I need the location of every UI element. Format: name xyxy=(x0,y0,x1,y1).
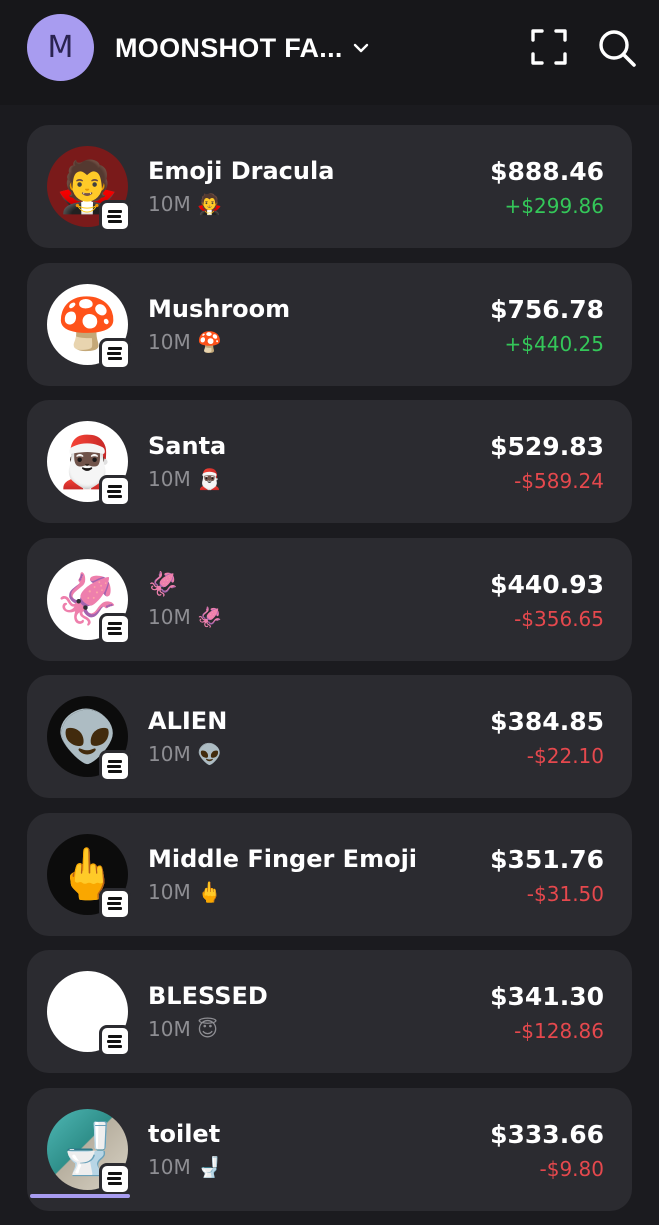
token-value: $888.46 xyxy=(490,157,604,186)
token-row[interactable]: 🚽 toilet 10M 🚽 $333.66 -$9.80 xyxy=(27,1087,632,1211)
solana-chain-icon xyxy=(99,1162,131,1195)
token-row[interactable]: 🧛 Emoji Dracula 10M 🧛 $888.46 +$299.86 xyxy=(27,125,632,248)
tab-indicator xyxy=(30,1194,130,1198)
token-amount: 10M 🖕 xyxy=(148,879,222,904)
token-name: Middle Finger Emoji xyxy=(148,844,418,873)
token-name: 🦑 xyxy=(148,569,178,598)
token-name: Mushroom xyxy=(148,294,291,323)
token-change: -$589.24 xyxy=(514,469,604,493)
solana-chain-icon xyxy=(99,1025,131,1057)
token-change: -$9.80 xyxy=(539,1156,604,1181)
top-bar: M MOONSHOT FA... xyxy=(0,0,659,105)
token-change: -$31.50 xyxy=(526,881,604,906)
token-value: $384.85 xyxy=(490,707,604,736)
token-row[interactable]: 👽 ALIEN 10M 👽 $384.85 -$22.10 xyxy=(27,675,632,798)
token-amount: 10M 🎅🏿 xyxy=(148,467,222,491)
token-name: Emoji Dracula xyxy=(148,157,335,185)
solana-chain-icon xyxy=(99,612,131,645)
token-change: -$22.10 xyxy=(526,744,604,768)
token-row[interactable]: 🍄 Mushroom 10M 🍄 $756.78 +$440.25 xyxy=(27,262,632,386)
token-change: -$356.65 xyxy=(514,606,604,631)
token-amount: 10M 🧛 xyxy=(148,192,222,216)
token-change: +$440.25 xyxy=(504,331,604,356)
scan-icon[interactable] xyxy=(530,28,568,66)
token-amount: 10M 🍄 xyxy=(148,329,222,354)
token-name: BLESSED xyxy=(148,982,268,1010)
token-amount: 10M 👽 xyxy=(148,742,222,766)
token-value: $333.66 xyxy=(490,1119,604,1149)
token-value: $529.83 xyxy=(490,432,604,461)
token-amount: 10M 🚽 xyxy=(148,1154,222,1179)
solana-chain-icon xyxy=(99,337,131,370)
token-row[interactable]: 🦑 🦑 10M 🦑 $440.93 -$356.65 xyxy=(27,537,632,661)
token-value: $351.76 xyxy=(490,844,604,874)
token-amount: 10M 🦑 xyxy=(148,604,222,629)
token-change: +$299.86 xyxy=(504,194,604,218)
wallet-avatar[interactable]: M xyxy=(27,14,94,81)
solana-chain-icon xyxy=(99,200,131,232)
token-name: ALIEN xyxy=(148,707,228,735)
token-amount: 10M 😇 xyxy=(148,1017,218,1041)
token-list: 🧛 Emoji Dracula 10M 🧛 $888.46 +$299.86 🍄… xyxy=(27,125,632,1225)
token-name: Santa xyxy=(148,432,227,460)
token-row[interactable]: 🎅🏿 Santa 10M 🎅🏿 $529.83 -$589.24 xyxy=(27,400,632,523)
token-row[interactable]: 🖕 Middle Finger Emoji 10M 🖕 $351.76 -$31… xyxy=(27,812,632,936)
solana-chain-icon xyxy=(99,750,131,782)
token-value: $440.93 xyxy=(490,569,604,599)
token-value: $756.78 xyxy=(490,294,604,324)
wallet-selector[interactable]: MOONSHOT FA... xyxy=(115,30,371,66)
token-row[interactable]: 😇 BLESSED 10M 😇 $341.30 -$128.86 xyxy=(27,950,632,1073)
token-change: -$128.86 xyxy=(514,1019,604,1043)
search-icon[interactable] xyxy=(597,28,637,68)
token-value: $341.30 xyxy=(490,982,604,1011)
solana-chain-icon xyxy=(99,475,131,507)
chevron-down-icon xyxy=(353,43,368,53)
wallet-name: MOONSHOT FA... xyxy=(115,32,343,63)
solana-chain-icon xyxy=(99,887,131,920)
token-name: toilet xyxy=(148,1119,221,1148)
